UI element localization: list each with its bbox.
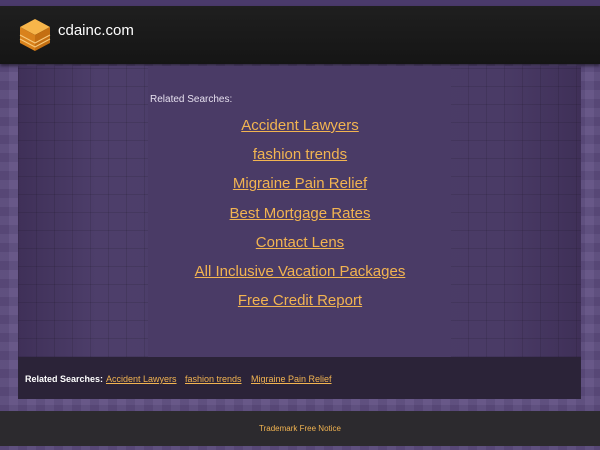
footer-related-label: Related Searches: [25,374,104,384]
related-link[interactable]: Accident Lawyers [120,117,480,134]
related-link[interactable]: All Inclusive Vacation Packages [120,263,480,280]
related-link[interactable]: Best Mortgage Rates [120,205,480,222]
related-link[interactable]: fashion trends [120,146,480,163]
footer-link[interactable]: Accident Lawyers [106,374,177,384]
page: cdainc.com Related Searches: Accident La… [0,0,600,450]
stacked-layers-logo-icon[interactable] [19,17,51,53]
related-link[interactable]: Free Credit Report [120,292,480,309]
related-link[interactable]: Contact Lens [120,234,480,251]
related-searches-label: Related Searches: [150,94,233,105]
trademark-notice-link[interactable]: Trademark Free Notice [0,424,600,433]
footer-link[interactable]: Migraine Pain Relief [251,374,332,384]
header: cdainc.com [0,6,600,64]
footer-related-bar: Related Searches: Accident Lawyers fashi… [18,357,581,399]
footer-link[interactable]: fashion trends [185,374,242,384]
bottom-bar: Trademark Free Notice [0,411,600,446]
related-link[interactable]: Migraine Pain Relief [120,175,480,192]
site-name[interactable]: cdainc.com [58,22,134,39]
